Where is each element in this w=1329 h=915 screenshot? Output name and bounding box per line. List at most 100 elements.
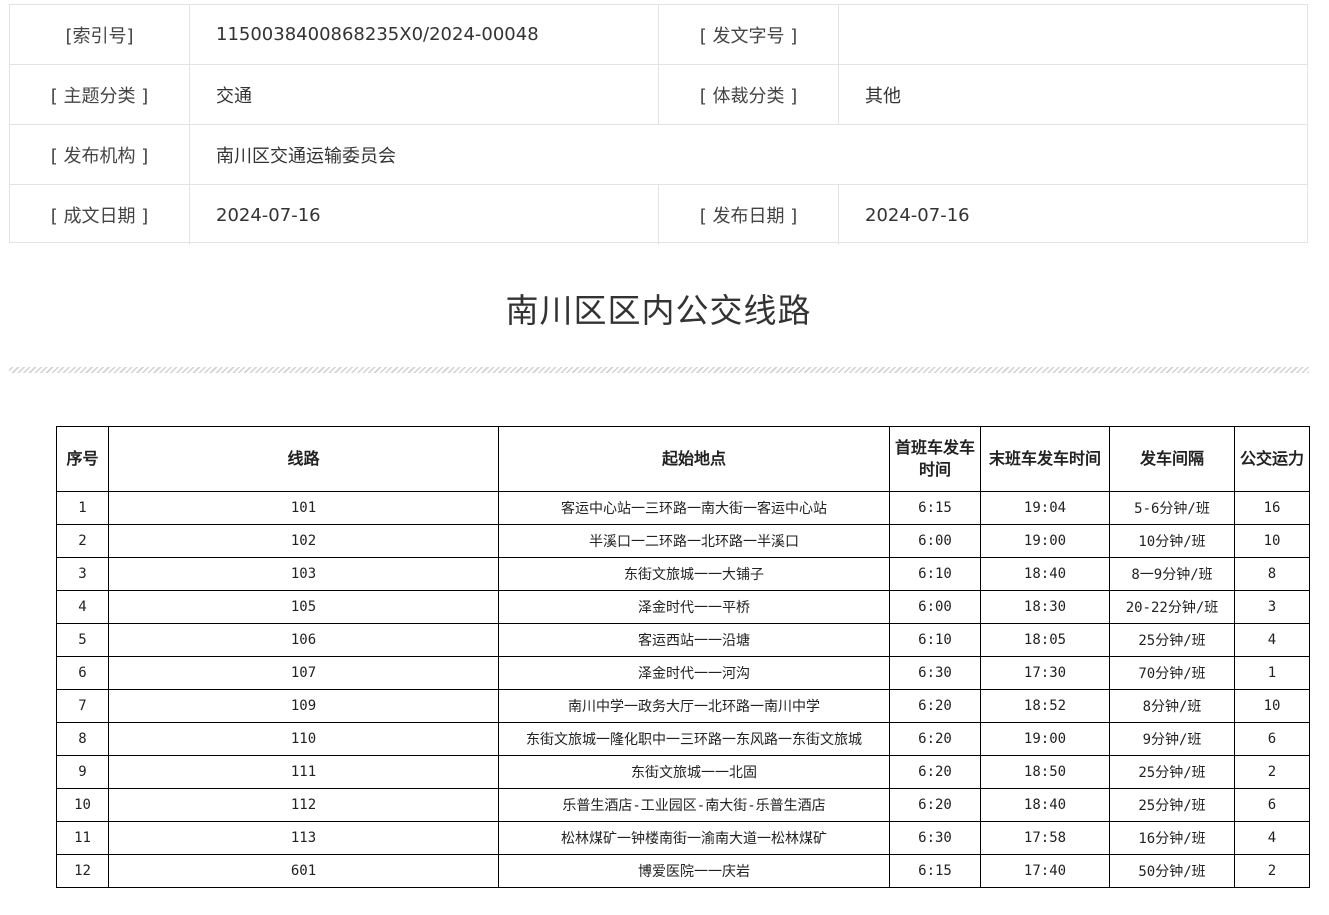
last-bus-cell: 18:52 bbox=[980, 689, 1110, 723]
first-bus-cell: 6:30 bbox=[889, 656, 981, 690]
capacity-cell: 16 bbox=[1234, 491, 1310, 525]
stops-cell: 乐普生酒店-工业园区-南大街-乐普生酒店 bbox=[498, 788, 890, 822]
seq-cell: 12 bbox=[56, 854, 109, 888]
route-cell: 110 bbox=[108, 722, 499, 756]
stops-cell: 泽金时代一一河沟 bbox=[498, 656, 890, 690]
capacity-cell: 8 bbox=[1234, 557, 1310, 591]
interval-cell: 16分钟/班 bbox=[1109, 821, 1235, 855]
table-row: 10 112 乐普生酒店-工业园区-南大街-乐普生酒店 6:20 18:40 25分钟/班… bbox=[56, 788, 1310, 822]
seq-cell: 2 bbox=[56, 524, 109, 558]
last-bus-cell: 18:05 bbox=[980, 623, 1110, 657]
document-number-label: [ 发文字号 ] bbox=[659, 5, 839, 64]
topic-value: 交通 bbox=[190, 65, 659, 124]
seq-cell: 10 bbox=[56, 788, 109, 822]
table-row: 7 109 南川中学一政务大厅一北环路一南川中学 6:20 18:52 8分钟/班 10 bbox=[56, 689, 1310, 723]
first-bus-cell: 6:10 bbox=[889, 557, 981, 591]
table-row: 9 111 东街文旅城一一北固 6:20 18:50 25分钟/班 2 bbox=[56, 755, 1310, 789]
route-cell: 106 bbox=[108, 623, 499, 657]
interval-cell: 8分钟/班 bbox=[1109, 689, 1235, 723]
meta-row-dates: [ 成文日期 ] 2024-07-16 [ 发布日期 ] 2024-07-16 bbox=[10, 185, 1307, 245]
route-cell: 102 bbox=[108, 524, 499, 558]
last-bus-cell: 17:58 bbox=[980, 821, 1110, 855]
header-interval: 发车间隔 bbox=[1109, 426, 1235, 492]
seq-cell: 9 bbox=[56, 755, 109, 789]
stops-cell: 泽金时代一一平桥 bbox=[498, 590, 890, 624]
header-first-bus: 首班车发车时间 bbox=[889, 426, 981, 492]
last-bus-cell: 18:50 bbox=[980, 755, 1110, 789]
route-cell: 107 bbox=[108, 656, 499, 690]
page-title: 南川区区内公交线路 bbox=[505, 291, 812, 330]
table-row: 2 102 半溪口一二环路一北环路一半溪口 6:00 19:00 10分钟/班 10 bbox=[56, 524, 1310, 558]
route-cell: 112 bbox=[108, 788, 499, 822]
first-bus-cell: 6:20 bbox=[889, 689, 981, 723]
document-metadata: [索引号] 115003840086823​5X0/2024-00048 [ 发… bbox=[9, 4, 1308, 245]
meta-row-topic: [ 主题分类 ] 交通 [ 体裁分类 ] 其他 bbox=[10, 65, 1307, 125]
header-seq: 序号 bbox=[56, 426, 109, 492]
last-bus-cell: 18:40 bbox=[980, 557, 1110, 591]
seq-cell: 11 bbox=[56, 821, 109, 855]
index-number-value: 115003840086823​5X0/2024-00048 bbox=[190, 5, 659, 64]
capacity-cell: 6 bbox=[1234, 788, 1310, 822]
meta-row-publisher: [ 发布机构 ] 南川区交通运输委员会 bbox=[10, 125, 1307, 185]
route-cell: 101 bbox=[108, 491, 499, 525]
last-bus-cell: 19:00 bbox=[980, 722, 1110, 756]
first-bus-cell: 6:15 bbox=[889, 854, 981, 888]
capacity-cell: 1 bbox=[1234, 656, 1310, 690]
stops-cell: 客运西站一一沿塘 bbox=[498, 623, 890, 657]
capacity-cell: 2 bbox=[1234, 854, 1310, 888]
table-row: 3 103 东街文旅城一一大铺子 6:10 18:40 8一9分钟/班 8 bbox=[56, 557, 1310, 591]
first-bus-cell: 6:00 bbox=[889, 590, 981, 624]
interval-cell: 25分钟/班 bbox=[1109, 623, 1235, 657]
publisher-label: [ 发布机构 ] bbox=[10, 125, 190, 184]
capacity-cell: 4 bbox=[1234, 623, 1310, 657]
stops-cell: 东街文旅城一隆化职中一三环路一东风路一东街文旅城 bbox=[498, 722, 890, 756]
publisher-value: 南川区交通运输委员会 bbox=[216, 145, 396, 167]
stops-cell: 半溪口一二环路一北环路一半溪口 bbox=[498, 524, 890, 558]
index-number-label: [索引号] bbox=[10, 5, 190, 64]
stops-cell: 东街文旅城一一大铺子 bbox=[498, 557, 890, 591]
route-cell: 111 bbox=[108, 755, 499, 789]
first-bus-cell: 6:20 bbox=[889, 722, 981, 756]
seq-cell: 7 bbox=[56, 689, 109, 723]
stops-cell: 东街文旅城一一北固 bbox=[498, 755, 890, 789]
table-row: 11 113 松林煤矿一钟楼南街一渝南大道一松林煤矿 6:30 17:58 16分钟/班 4 bbox=[56, 821, 1310, 855]
table-body: 1 101 客运中心站一三环路一南大街一客运中心站 6:15 19:04 5-6分钟/班 1… bbox=[56, 491, 1310, 888]
route-cell: 105 bbox=[108, 590, 499, 624]
last-bus-cell: 19:04 bbox=[980, 491, 1110, 525]
publish-date-value: 2024-07-16 bbox=[865, 204, 970, 226]
first-bus-cell: 6:20 bbox=[889, 788, 981, 822]
header-stops: 起始地点 bbox=[498, 426, 890, 492]
publish-date-label: [ 发布日期 ] bbox=[659, 185, 839, 245]
interval-cell: 50分钟/班 bbox=[1109, 854, 1235, 888]
route-cell: 113 bbox=[108, 821, 499, 855]
last-bus-cell: 17:40 bbox=[980, 854, 1110, 888]
capacity-cell: 6 bbox=[1234, 722, 1310, 756]
first-bus-cell: 6:10 bbox=[889, 623, 981, 657]
meta-row-index: [索引号] 115003840086823​5X0/2024-00048 [ 发… bbox=[10, 5, 1307, 65]
last-bus-cell: 17:30 bbox=[980, 656, 1110, 690]
written-date-value: 2024-07-16 bbox=[190, 185, 659, 245]
document-number-value bbox=[839, 5, 1309, 64]
interval-cell: 5-6分钟/班 bbox=[1109, 491, 1235, 525]
table-header-row: 序号 线路 起始地点 首班车发车时间 末班车发车时间 发车间隔 公交运力 bbox=[56, 426, 1310, 492]
seq-cell: 5 bbox=[56, 623, 109, 657]
header-last-bus: 末班车发车时间 bbox=[980, 426, 1110, 492]
interval-cell: 9分钟/班 bbox=[1109, 722, 1235, 756]
stops-cell: 松林煤矿一钟楼南街一渝南大道一松林煤矿 bbox=[498, 821, 890, 855]
seq-cell: 8 bbox=[56, 722, 109, 756]
topic-label: [ 主题分类 ] bbox=[10, 65, 190, 124]
written-date-label: [ 成文日期 ] bbox=[10, 185, 190, 245]
table-row: 8 110 东街文旅城一隆化职中一三环路一东风路一东街文旅城 6:20 19:00 9分钟… bbox=[56, 722, 1310, 756]
bus-routes-table: 序号 线路 起始地点 首班车发车时间 末班车发车时间 发车间隔 公交运力 1 10… bbox=[56, 426, 1310, 888]
interval-cell: 10分钟/班 bbox=[1109, 524, 1235, 558]
last-bus-cell: 18:40 bbox=[980, 788, 1110, 822]
route-cell: 601 bbox=[108, 854, 499, 888]
genre-label: [ 体裁分类 ] bbox=[659, 65, 839, 124]
interval-cell: 20-22分钟/班 bbox=[1109, 590, 1235, 624]
seq-cell: 3 bbox=[56, 557, 109, 591]
seq-cell: 4 bbox=[56, 590, 109, 624]
divider bbox=[9, 367, 1309, 373]
seq-cell: 6 bbox=[56, 656, 109, 690]
genre-value: 其他 bbox=[865, 85, 901, 107]
header-route: 线路 bbox=[108, 426, 499, 492]
